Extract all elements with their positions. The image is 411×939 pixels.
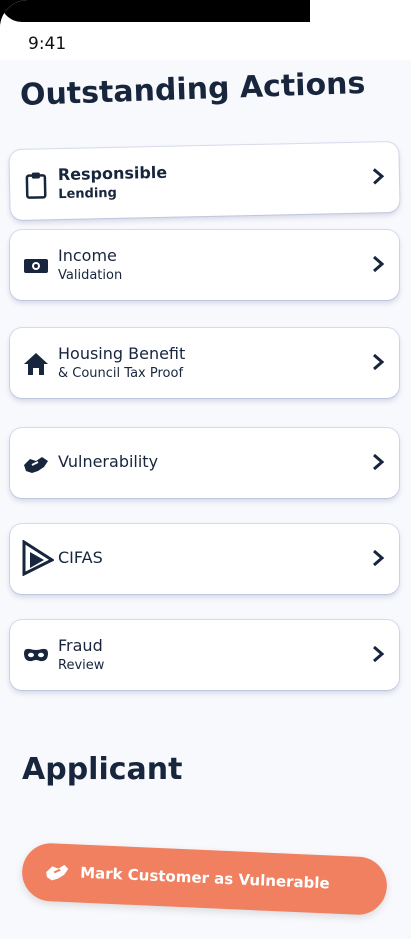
status-bar: 9:41 bbox=[0, 0, 411, 60]
clipboard-icon bbox=[22, 171, 51, 200]
wifi-icon bbox=[341, 14, 359, 28]
handshake-icon bbox=[22, 450, 50, 478]
notch bbox=[0, 0, 310, 22]
chevron-right-icon bbox=[371, 644, 385, 668]
signal-icon bbox=[314, 15, 332, 28]
chevron-right-icon bbox=[371, 166, 385, 190]
action-income-validation[interactable]: Income Validation bbox=[10, 230, 399, 300]
section-title: Applicant bbox=[22, 752, 183, 787]
action-subtitle: & Council Tax Proof bbox=[58, 366, 184, 381]
action-title: Income bbox=[58, 246, 117, 265]
cifas-logo-icon bbox=[22, 540, 54, 576]
status-time: 9:41 bbox=[28, 34, 67, 54]
action-subtitle: Validation bbox=[58, 268, 123, 283]
action-cifas[interactable]: CIFAS bbox=[10, 524, 399, 594]
home-icon bbox=[22, 350, 50, 378]
action-title: Fraud bbox=[58, 636, 103, 655]
action-fraud-review[interactable]: Fraud Review bbox=[10, 620, 399, 690]
chevron-right-icon bbox=[371, 352, 385, 376]
mark-vulnerable-button[interactable]: Mark Customer as Vulnerable bbox=[20, 842, 389, 916]
chevron-right-icon bbox=[371, 452, 385, 476]
page-title: Outstanding Actions bbox=[19, 65, 366, 113]
action-subtitle: Lending bbox=[58, 185, 118, 203]
cash-icon bbox=[22, 252, 50, 280]
status-icons bbox=[313, 14, 393, 28]
mark-vulnerable-label: Mark Customer as Vulnerable bbox=[79, 863, 331, 893]
chevron-right-icon bbox=[371, 254, 385, 278]
action-title: Housing Benefit bbox=[58, 344, 186, 363]
action-title: CIFAS bbox=[58, 548, 103, 567]
action-title: Responsible bbox=[57, 162, 168, 185]
battery-icon bbox=[365, 14, 392, 28]
mask-icon bbox=[22, 642, 50, 670]
action-title: Vulnerability bbox=[58, 452, 159, 471]
handshake-icon bbox=[44, 860, 71, 887]
action-housing-benefit[interactable]: Housing Benefit & Council Tax Proof bbox=[10, 328, 399, 398]
action-vulnerability[interactable]: Vulnerability bbox=[10, 428, 399, 498]
phone-screen: 9:41 Outstanding Actions Responsible Len… bbox=[0, 0, 411, 939]
action-subtitle: Review bbox=[58, 658, 105, 673]
action-responsible-lending[interactable]: Responsible Lending bbox=[9, 141, 400, 221]
chevron-right-icon bbox=[371, 548, 385, 572]
